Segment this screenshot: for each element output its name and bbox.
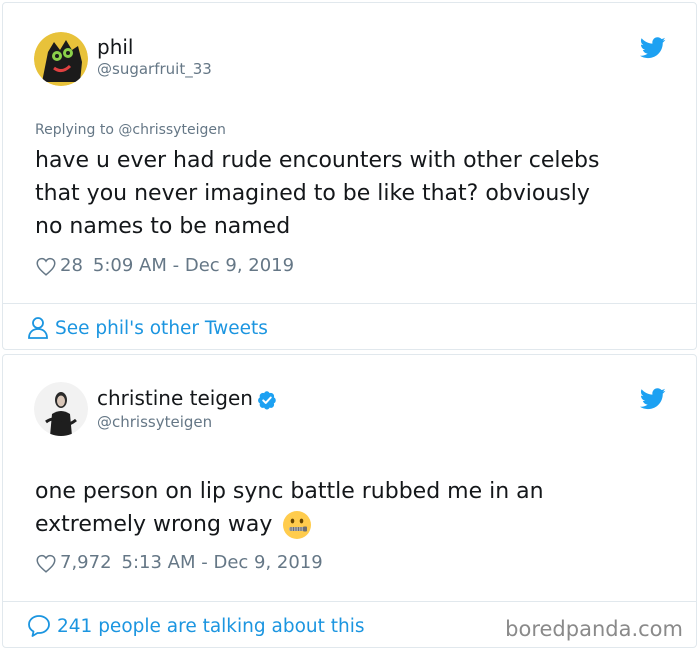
tweet-text: have u ever had rude encounters with oth… [35, 144, 675, 243]
zipper-mouth-face-icon [283, 510, 312, 539]
boredpanda-watermark: boredpanda.com [505, 617, 683, 641]
tweet-text: one person on lip sync battle rubbed me … [35, 475, 675, 541]
cartoon-cat-avatar-icon [34, 32, 88, 86]
user-handle[interactable]: @chrissyteigen [97, 412, 212, 432]
tweet-text-line: have u ever had rude encounters with oth… [35, 148, 600, 173]
display-name[interactable]: christine teigen [97, 386, 277, 410]
user-handle[interactable]: @sugarfruit_33 [97, 59, 212, 79]
twitter-bird-icon[interactable] [640, 388, 666, 410]
twitter-bird-icon[interactable] [640, 37, 666, 59]
timestamp[interactable]: 5:09 AM - Dec 9, 2019 [93, 255, 294, 277]
like-count[interactable]: 28 [60, 255, 83, 277]
display-name-text[interactable]: christine teigen [97, 386, 253, 410]
person-icon [28, 317, 48, 339]
like-count[interactable]: 7,972 [60, 552, 112, 574]
tweet-text-line: no names to be named [35, 214, 291, 239]
conversation-link[interactable]: 241 people are talking about this [27, 614, 365, 638]
divider [3, 303, 696, 304]
tweet-text-line-text: extremely wrong way [35, 512, 273, 537]
tweet-card-reply: phil @sugarfruit_33 Replying to @chrissy… [2, 2, 697, 350]
heart-icon[interactable] [36, 257, 56, 276]
tweet-card-response: christine teigen @chrissyteigen one pers… [2, 354, 697, 648]
timestamp[interactable]: 5:13 AM - Dec 9, 2019 [122, 552, 323, 574]
verified-badge-icon [258, 390, 276, 409]
display-name[interactable]: phil [97, 35, 133, 59]
tweet-text-line: one person on lip sync battle rubbed me … [35, 479, 544, 504]
tweet-meta: 7,972 5:13 AM - Dec 9, 2019 [36, 552, 323, 574]
speech-bubble-icon [28, 615, 50, 637]
heart-icon[interactable] [36, 554, 56, 573]
tweet-text-line-with-emoji: extremely wrong way [35, 508, 675, 541]
avatar[interactable] [34, 382, 88, 436]
avatar[interactable] [34, 32, 88, 86]
divider [3, 601, 696, 602]
conversation-label[interactable]: 241 people are talking about this [57, 616, 365, 637]
portrait-photo-avatar-icon [34, 382, 88, 436]
tweet-text-line: that you never imagined to be like that?… [35, 181, 590, 206]
replying-to-label[interactable]: Replying to @chrissyteigen [35, 122, 226, 138]
see-other-tweets-link[interactable]: See phil's other Tweets [27, 316, 268, 340]
tweet-meta: 28 5:09 AM - Dec 9, 2019 [36, 255, 294, 277]
see-other-tweets-label[interactable]: See phil's other Tweets [55, 318, 268, 339]
